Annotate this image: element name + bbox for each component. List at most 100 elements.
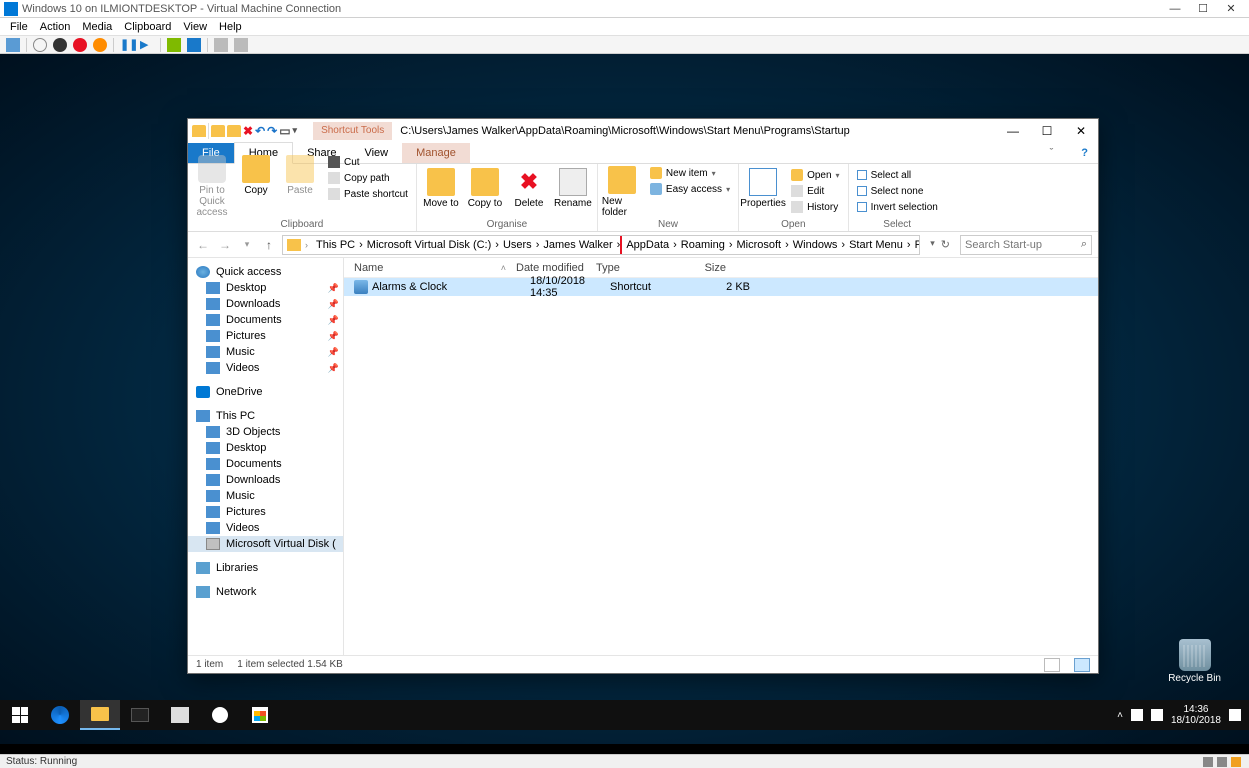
nav-pc-videos[interactable]: Videos	[188, 520, 343, 536]
nav-downloads[interactable]: Downloads📌	[188, 296, 343, 312]
vm-tool-start-icon[interactable]	[33, 38, 47, 52]
recycle-bin[interactable]: Recycle Bin	[1168, 639, 1221, 684]
file-row[interactable]: Alarms & Clock 18/10/2018 14:35 Shortcut…	[344, 278, 1098, 296]
qat-newfolder-icon[interactable]	[227, 125, 241, 137]
easy-access-button[interactable]: Easy access ▾	[646, 182, 734, 196]
explorer-close-button[interactable]: ✕	[1064, 124, 1098, 138]
nav-recent-button[interactable]: ▾	[238, 239, 256, 250]
vm-tool-revert-icon[interactable]	[187, 38, 201, 52]
nav-forward-button[interactable]: →	[216, 238, 234, 252]
explorer-maximize-button[interactable]: ☐	[1030, 124, 1064, 138]
taskbar-terminal[interactable]	[120, 700, 160, 730]
nav-pc-pictures[interactable]: Pictures	[188, 504, 343, 520]
qat-customize-icon[interactable]: ▾	[293, 125, 298, 136]
breadcrumb-segment[interactable]: James Walker	[539, 239, 616, 251]
cut-button[interactable]: Cut	[324, 155, 412, 169]
open-button[interactable]: Open ▾	[787, 168, 843, 182]
address-dropdown-icon[interactable]: ▾	[930, 238, 935, 251]
explorer-titlebar[interactable]: ✖ ↶ ↷ ▭ ▾ Shortcut Tools C:\Users\James …	[188, 119, 1098, 142]
nav-network[interactable]: Network	[188, 584, 343, 600]
tray-volume-icon[interactable]	[1151, 709, 1163, 721]
breadcrumb-segment[interactable]: This PC	[312, 239, 359, 251]
vm-tool-checkpoint-icon[interactable]	[167, 38, 181, 52]
nav-pc-music[interactable]: Music	[188, 488, 343, 504]
qat-undo-icon[interactable]: ↶	[255, 124, 265, 138]
taskbar-edge[interactable]	[40, 700, 80, 730]
vm-minimize-button[interactable]: —	[1161, 3, 1189, 15]
vm-maximize-button[interactable]: ☐	[1189, 2, 1217, 15]
breadcrumb-segment[interactable]: Users	[499, 239, 536, 251]
breadcrumb-segment[interactable]: Programs	[911, 239, 921, 251]
edit-button[interactable]: Edit	[787, 184, 843, 198]
vm-menu-clipboard[interactable]: Clipboard	[124, 21, 171, 33]
ribbon-tab-manage[interactable]: Manage	[402, 143, 470, 163]
ribbon-help-icon[interactable]: ?	[1067, 143, 1098, 163]
explorer-minimize-button[interactable]: —	[996, 124, 1030, 138]
vm-menu-file[interactable]: File	[10, 21, 28, 33]
select-none-button[interactable]: Select none	[853, 184, 942, 198]
tray-network-icon[interactable]	[1131, 709, 1143, 721]
vm-tool-turnoff-icon[interactable]	[53, 38, 67, 52]
move-to-button[interactable]: Move to	[421, 166, 461, 209]
taskbar-explorer[interactable]	[80, 700, 120, 730]
ribbon-expand-icon[interactable]: ˇ	[1036, 143, 1068, 163]
breadcrumb-segment[interactable]: Start Menu	[845, 239, 907, 251]
tray-clock[interactable]: 14:36 18/10/2018	[1171, 704, 1221, 726]
qat-rename-icon[interactable]: ▭	[279, 124, 290, 138]
nav-up-button[interactable]: ↑	[260, 238, 278, 252]
nav-videos[interactable]: Videos📌	[188, 360, 343, 376]
taskbar-taskview[interactable]	[160, 700, 200, 730]
breadcrumb-segment[interactable]: Roaming	[677, 239, 729, 251]
new-item-button[interactable]: New item ▾	[646, 166, 734, 180]
view-details-button[interactable]	[1044, 658, 1060, 672]
nav-pc-documents[interactable]: Documents	[188, 456, 343, 472]
vm-tool-share-icon[interactable]	[234, 38, 248, 52]
nav-desktop[interactable]: Desktop📌	[188, 280, 343, 296]
search-input[interactable]: Search Start-up ⌕	[960, 235, 1092, 255]
vm-tool-shutdown-icon[interactable]	[73, 38, 87, 52]
qat-redo-icon[interactable]: ↷	[267, 124, 277, 138]
tray-up-icon[interactable]: ˄	[1117, 710, 1123, 721]
paste-button[interactable]: Paste	[280, 153, 320, 196]
nav-3d-objects[interactable]: 3D Objects	[188, 424, 343, 440]
nav-documents[interactable]: Documents📌	[188, 312, 343, 328]
copy-button[interactable]: Copy	[236, 153, 276, 196]
breadcrumb-segment[interactable]: Microsoft Virtual Disk (C:)	[363, 239, 495, 251]
nav-pc-desktop[interactable]: Desktop	[188, 440, 343, 456]
start-button[interactable]	[0, 700, 40, 730]
breadcrumb-segment[interactable]: Microsoft	[733, 239, 786, 251]
copy-to-button[interactable]: Copy to	[465, 166, 505, 209]
vm-tool-enhanced-icon[interactable]	[214, 38, 228, 52]
nav-music[interactable]: Music📌	[188, 344, 343, 360]
qat-properties-icon[interactable]	[211, 125, 225, 137]
vm-tool-save-icon[interactable]	[93, 38, 107, 52]
system-tray[interactable]: ˄ 14:36 18/10/2018	[1117, 704, 1249, 726]
vm-tool-ctrl-alt-del-icon[interactable]	[6, 38, 20, 52]
vm-menu-help[interactable]: Help	[219, 21, 242, 33]
refresh-icon[interactable]: ↻	[941, 238, 950, 251]
vm-menu-action[interactable]: Action	[40, 21, 71, 33]
history-button[interactable]: History	[787, 200, 843, 214]
taskbar-store[interactable]	[240, 700, 280, 730]
select-all-button[interactable]: Select all	[853, 168, 942, 182]
nav-quick-access[interactable]: Quick access	[188, 264, 343, 280]
nav-back-button[interactable]: ←	[194, 238, 212, 252]
paste-shortcut-button[interactable]: Paste shortcut	[324, 187, 412, 201]
breadcrumb-segment[interactable]: AppData	[622, 239, 673, 251]
taskbar-settings[interactable]	[200, 700, 240, 730]
rename-button[interactable]: Rename	[553, 166, 593, 209]
nav-libraries[interactable]: Libraries	[188, 560, 343, 576]
file-list[interactable]: Name˄ Date modified Type Size Alarms & C…	[344, 258, 1098, 655]
vm-close-button[interactable]: ✕	[1217, 2, 1245, 15]
nav-pc-downloads[interactable]: Downloads	[188, 472, 343, 488]
vm-menu-view[interactable]: View	[183, 21, 207, 33]
breadcrumb[interactable]: › This PC›Microsoft Virtual Disk (C:)›Us…	[282, 235, 920, 255]
view-icons-button[interactable]	[1074, 658, 1090, 672]
file-list-header[interactable]: Name˄ Date modified Type Size	[344, 258, 1098, 278]
qat-delete-icon[interactable]: ✖	[243, 124, 253, 138]
navigation-pane[interactable]: Quick access Desktop📌 Downloads📌 Documen…	[188, 258, 344, 655]
invert-selection-button[interactable]: Invert selection	[853, 200, 942, 214]
nav-this-pc[interactable]: This PC	[188, 408, 343, 424]
copy-path-button[interactable]: Copy path	[324, 171, 412, 185]
breadcrumb-segment[interactable]: Windows	[789, 239, 842, 251]
